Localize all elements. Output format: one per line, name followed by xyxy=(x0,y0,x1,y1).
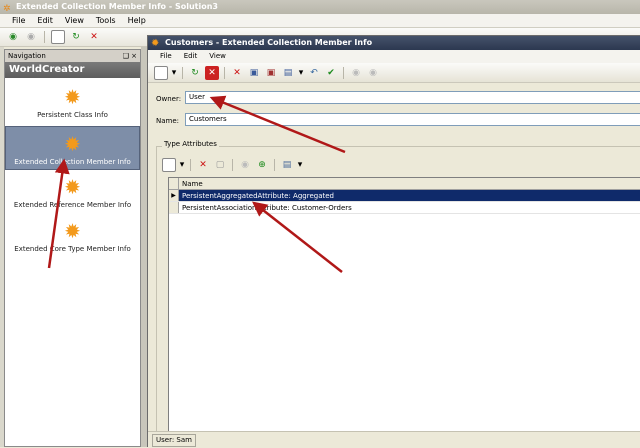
nav-item-label: Persistent Class Info xyxy=(37,111,108,119)
link-icon[interactable]: ⊕ xyxy=(255,158,269,172)
nav-item-extended-core-type-member-info[interactable]: ✹ Extended Core Type Member Info xyxy=(5,214,140,258)
toolbar-separator xyxy=(44,31,45,43)
type-attributes-grid: Name ▶ PersistentAggregatedAttribute: Ag… xyxy=(168,177,640,447)
app-title: Extended Collection Member Info - Soluti… xyxy=(16,2,218,11)
navigation-panel: Navigation ❑ × WorldCreator ✹ Persistent… xyxy=(4,49,141,447)
clone-icon[interactable]: ▢ xyxy=(213,158,227,172)
menu-tools[interactable]: Tools xyxy=(96,14,116,27)
gear-icon: ✹ xyxy=(64,175,81,199)
child-menu-view[interactable]: View xyxy=(209,50,226,63)
delete-icon[interactable]: ✕ xyxy=(230,66,244,80)
name-label: Name: xyxy=(156,117,180,125)
unlink-icon[interactable]: ◉ xyxy=(238,158,252,172)
navigation-header-label: Navigation xyxy=(8,52,46,60)
owner-label: Owner: xyxy=(156,95,182,103)
gear-icon: ✹ xyxy=(64,219,81,243)
back-icon[interactable]: ◉ xyxy=(6,30,20,44)
nav-item-extended-collection-member-info[interactable]: ✹ Extended Collection Member Info xyxy=(5,126,140,170)
name-field[interactable]: Customers xyxy=(185,113,640,126)
grid-header: Name xyxy=(169,178,640,190)
gear-icon: ✹ xyxy=(64,85,81,109)
dropdown-icon[interactable]: ▾ xyxy=(171,66,177,80)
toolbar-separator xyxy=(232,159,233,171)
toolbar-separator xyxy=(274,159,275,171)
owner-field[interactable]: User xyxy=(185,91,640,104)
refresh-icon[interactable]: ↻ xyxy=(188,66,202,80)
main-menu-bar: File Edit View Tools Help xyxy=(0,14,640,28)
gear-icon: ✹ xyxy=(64,132,81,156)
toolbar-separator xyxy=(224,66,225,79)
refresh-icon[interactable]: ↻ xyxy=(69,30,83,44)
new-icon[interactable] xyxy=(51,30,65,44)
status-bar: User: Sam xyxy=(148,431,640,448)
table-row[interactable]: PersistentAssociationAttribute: Customer… xyxy=(169,202,640,214)
type-attributes-label: Type Attributes xyxy=(162,140,219,148)
new-icon[interactable] xyxy=(154,65,168,80)
navigation-header: Navigation ❑ × xyxy=(5,50,140,62)
child-menu-file[interactable]: File xyxy=(160,50,172,63)
nav-item-extended-reference-member-info[interactable]: ✹ Extended Reference Member Info xyxy=(5,170,140,214)
nav-item-label: Extended Collection Member Info xyxy=(14,158,131,166)
new-icon[interactable] xyxy=(162,158,176,172)
table-row[interactable]: ▶ PersistentAggregatedAttribute: Aggrega… xyxy=(169,190,640,202)
child-menu-edit[interactable]: Edit xyxy=(184,50,198,63)
gear-icon: ✹ xyxy=(151,38,160,49)
previous-icon[interactable]: ◉ xyxy=(349,66,363,80)
dropdown-icon[interactable]: ▾ xyxy=(297,158,303,172)
app-title-bar: ✲ Extended Collection Member Info - Solu… xyxy=(0,0,640,14)
pin-close-icon[interactable]: ❑ × xyxy=(123,50,137,62)
toolbar-separator xyxy=(182,66,183,79)
nav-item-label: Extended Core Type Member Info xyxy=(14,245,131,253)
child-menu-bar: File Edit View xyxy=(148,50,640,63)
cancel-icon[interactable]: ✕ xyxy=(205,65,219,80)
save-close-icon[interactable]: ▣ xyxy=(264,66,278,80)
status-user: User: Sam xyxy=(152,434,196,447)
save-new-icon[interactable]: ▤ xyxy=(281,66,295,80)
child-window: ✹ Customers - Extended Collection Member… xyxy=(147,35,640,448)
validate-icon[interactable]: ✔ xyxy=(324,66,338,80)
menu-file[interactable]: File xyxy=(12,14,25,27)
menu-help[interactable]: Help xyxy=(128,14,146,27)
table-cell-name[interactable]: PersistentAssociationAttribute: Customer… xyxy=(179,202,640,213)
table-cell-name[interactable]: PersistentAggregatedAttribute: Aggregate… xyxy=(179,190,640,201)
navigation-group-title[interactable]: WorldCreator xyxy=(5,62,140,78)
export-icon[interactable]: ▤ xyxy=(280,158,294,172)
forward-icon[interactable]: ◉ xyxy=(24,30,38,44)
child-title: Customers - Extended Collection Member I… xyxy=(165,38,373,47)
column-header-name[interactable]: Name xyxy=(179,178,203,189)
next-icon[interactable]: ◉ xyxy=(366,66,380,80)
toolbar-separator xyxy=(343,66,344,79)
dropdown-icon[interactable]: ▾ xyxy=(298,66,304,80)
menu-view[interactable]: View xyxy=(65,14,84,27)
row-indicator-icon: ▶ xyxy=(169,190,179,201)
delete-icon[interactable]: ✕ xyxy=(196,158,210,172)
row-indicator-header xyxy=(169,178,179,189)
type-attributes-toolbar: ▾ ✕ ▢ ◉ ⊕ ▤ ▾ xyxy=(162,157,312,173)
row-indicator-icon xyxy=(169,202,179,213)
nav-item-persistent-class-info[interactable]: ✹ Persistent Class Info xyxy=(5,80,140,124)
save-icon[interactable]: ▣ xyxy=(247,66,261,80)
menu-edit[interactable]: Edit xyxy=(37,14,53,27)
child-toolbar: ▾ ↻ ✕ ✕ ▣ ▣ ▤ ▾ ↶ ✔ ◉ ◉ xyxy=(148,63,640,83)
nav-item-label: Extended Reference Member Info xyxy=(13,201,132,209)
delete-icon[interactable]: ✕ xyxy=(87,30,101,44)
dropdown-icon[interactable]: ▾ xyxy=(179,158,185,172)
undo-icon[interactable]: ↶ xyxy=(307,66,321,80)
toolbar-separator xyxy=(190,159,191,171)
child-title-bar: ✹ Customers - Extended Collection Member… xyxy=(148,36,640,50)
